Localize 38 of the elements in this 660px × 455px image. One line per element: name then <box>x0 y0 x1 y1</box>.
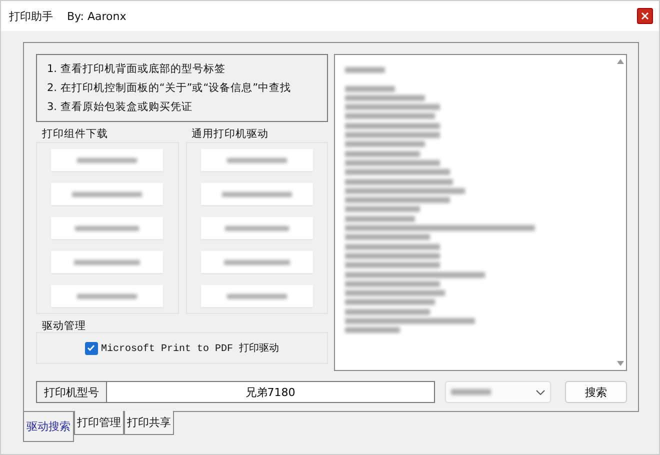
model-input[interactable]: 兄弟7180 <box>106 381 435 403</box>
blurred-button[interactable] <box>51 183 164 205</box>
blurred-button[interactable] <box>200 285 313 307</box>
window-title: 打印助手 <box>9 8 53 24</box>
blurred-button[interactable] <box>200 217 313 239</box>
blurred-text <box>345 67 385 73</box>
blurred-text <box>345 327 400 334</box>
group-title: 驱动管理 <box>42 319 87 334</box>
instruction-text: 1. 查看打印机背面或底部的型号标签 <box>47 62 226 76</box>
blurred-button[interactable] <box>51 285 164 307</box>
list-box[interactable] <box>334 54 627 371</box>
instruction-text: 2. 在打印机控制面板的“关于”或“设备信息”中查找 <box>47 81 292 95</box>
check-icon <box>87 344 96 352</box>
blurred-button[interactable] <box>200 251 313 273</box>
dropdown[interactable] <box>444 381 551 403</box>
tab[interactable]: 驱动搜索 <box>23 412 74 442</box>
blurred-button[interactable] <box>51 217 164 239</box>
close-icon <box>641 12 649 20</box>
group-title: 打印组件下载 <box>42 127 109 142</box>
blurred-text <box>345 86 395 92</box>
group-title: 通用打印机驱动 <box>192 127 270 142</box>
tab[interactable]: 打印管理 <box>74 411 124 435</box>
checkbox-label: Microsoft Print to PDF 打印驱动 <box>100 342 280 355</box>
blurred-button[interactable] <box>200 149 313 171</box>
tab[interactable]: 打印共享 <box>124 411 174 435</box>
instruction-text: 3. 查看原始包装盒或购买凭证 <box>47 100 194 114</box>
blurred-text <box>345 216 415 222</box>
checkbox[interactable] <box>84 342 98 354</box>
up-arrow-icon <box>616 59 624 64</box>
down-arrow-icon <box>616 361 624 366</box>
blurred-button[interactable] <box>200 183 313 205</box>
blurred-button[interactable] <box>51 149 164 171</box>
close-button[interactable] <box>637 8 653 24</box>
chevron-down-icon <box>536 390 545 394</box>
field-label: 打印机型号 <box>36 381 107 403</box>
author-text: By: Aaronx <box>67 10 126 22</box>
blurred-button[interactable] <box>51 251 164 273</box>
search-button[interactable]: 搜索 <box>564 381 627 403</box>
